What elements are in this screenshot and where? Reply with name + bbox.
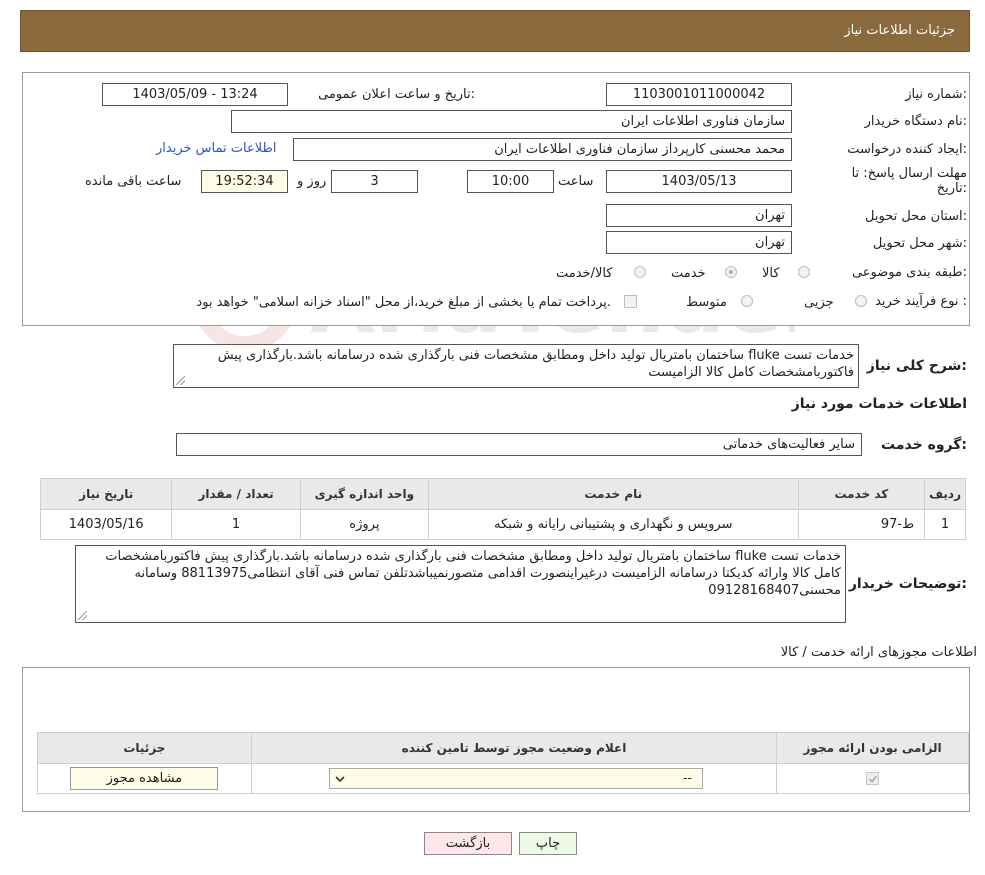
services-section-title: اطلاعات خدمات مورد نیاز <box>791 396 967 412</box>
cell-service-name: سرویس و نگهداری و پشتیبانی رایانه و شبکه <box>428 509 799 540</box>
permit-status-select[interactable]: -- <box>328 768 703 789</box>
treasury-payment-note: پرداخت تمام یا بخشی از مبلغ خرید،از محل … <box>196 295 611 310</box>
cell-unit: پروژه <box>299 509 430 540</box>
announce-datetime-label: تاریخ و ساعت اعلان عمومی: <box>318 87 475 102</box>
permits-table: جزئیات اعلام وضعیت مجوز توسط تامین کننده… <box>37 732 969 794</box>
buyer-org-label: نام دستگاه خریدار: <box>864 114 967 129</box>
category-goods-label: کالا <box>762 266 780 281</box>
cell-details: مشاهده مجوز <box>37 763 252 794</box>
back-button[interactable]: بازگشت <box>424 832 512 855</box>
deadline-time-label: ساعت <box>558 174 594 189</box>
category-service-radio[interactable] <box>725 266 737 278</box>
creator-label: ایجاد کننده درخواست: <box>847 142 967 157</box>
resize-grip-icon[interactable] <box>78 611 87 620</box>
service-group-label: گروه خدمت: <box>881 437 967 453</box>
resize-grip-icon[interactable] <box>176 376 185 385</box>
deadline-date-field: 1403/05/13 <box>606 170 792 193</box>
buyer-notes-textarea[interactable]: خدمات تست fluke ساختمان بامتریال تولید د… <box>75 545 846 623</box>
category-label: طبقه بندی موضوعی: <box>851 265 967 280</box>
category-goods-service-label: کالا/خدمت <box>556 266 613 281</box>
col-row-number: ردیف <box>924 478 966 510</box>
deadline-time-field: 10:00 <box>467 170 554 193</box>
page-title: جزئیات اطلاعات نیاز <box>844 23 955 38</box>
permits-table-header: جزئیات اعلام وضعیت مجوز توسط تامین کننده… <box>37 732 969 764</box>
remaining-time-field: 19:52:34 <box>201 170 288 193</box>
table-row: مشاهده مجوز -- <box>37 763 969 794</box>
buyer-contact-link[interactable]: اطلاعات تماس خریدار <box>156 141 276 156</box>
cell-service-code: ط-97 <box>797 509 926 540</box>
deadline-label-line1: مهلت ارسال پاسخ: تا <box>851 166 967 181</box>
service-group-field: سایر فعالیت‌های خدماتی <box>176 433 862 456</box>
checkmark-icon <box>869 775 878 783</box>
announce-datetime-field: 1403/05/09 - 13:24 <box>102 83 288 106</box>
cell-permit-status: -- <box>250 763 778 794</box>
summary-label: شرح کلی نیاز: <box>866 358 967 374</box>
need-number-label: شماره نیاز: <box>905 87 967 102</box>
days-label: روز و <box>297 174 327 189</box>
view-permit-button[interactable]: مشاهده مجوز <box>70 767 219 790</box>
page-header: جزئیات اطلاعات نیاز <box>20 10 970 52</box>
deadline-label-line2: تاریخ: <box>936 181 967 196</box>
city-label: شهر محل تحویل: <box>872 236 967 251</box>
permits-section-title: اطلاعات مجوزهای ارائه خدمت / کالا <box>780 645 977 660</box>
days-remaining-field: 3 <box>331 170 418 193</box>
process-minor-label: جزیی <box>804 295 834 310</box>
creator-field: محمد محسنی کارپرداز سازمان فناوری اطلاعا… <box>293 138 792 161</box>
table-row: 1403/05/16 1 پروژه سرویس و نگهداری و پشت… <box>39 509 966 540</box>
remaining-time-label: ساعت باقی مانده <box>85 174 182 189</box>
process-medium-label: متوسط <box>686 295 727 310</box>
permit-required-checkbox[interactable] <box>866 772 880 785</box>
process-medium-radio[interactable] <box>741 295 753 307</box>
cell-quantity: 1 <box>171 509 301 540</box>
summary-textarea[interactable]: خدمات تست fluke ساختمان بامتریال تولید د… <box>173 344 859 388</box>
cell-row-number: 1 <box>924 509 966 540</box>
province-field: تهران <box>606 204 792 227</box>
permit-status-value: -- <box>683 771 692 785</box>
province-label: استان محل تحویل: <box>865 209 967 224</box>
process-type-label: نوع فرآیند خرید : <box>875 294 967 309</box>
services-table-header: تاریخ نیاز تعداد / مقدار واحد اندازه گیر… <box>39 478 966 510</box>
col-service-code: کد خدمت <box>797 478 926 510</box>
category-goods-radio[interactable] <box>798 266 810 278</box>
col-service-name: نام خدمت <box>428 478 799 510</box>
treasury-payment-checkbox[interactable] <box>624 295 637 308</box>
col-quantity: تعداد / مقدار <box>171 478 301 510</box>
col-permit-required: الزامی بودن ارائه مجوز <box>776 732 969 764</box>
process-minor-radio[interactable] <box>855 295 867 307</box>
col-unit: واحد اندازه گیری <box>299 478 430 510</box>
summary-text: خدمات تست fluke ساختمان بامتریال تولید د… <box>217 348 854 380</box>
need-number-field: 1103001011000042 <box>606 83 792 106</box>
col-need-date: تاریخ نیاز <box>39 478 173 510</box>
print-button[interactable]: چاپ <box>519 832 577 855</box>
col-details: جزئیات <box>37 732 252 764</box>
deadline-label: مهلت ارسال پاسخ: تا تاریخ: <box>852 166 967 196</box>
services-table: تاریخ نیاز تعداد / مقدار واحد اندازه گیر… <box>39 478 966 540</box>
category-goods-service-radio[interactable] <box>634 266 646 278</box>
chevron-down-icon <box>335 776 345 783</box>
category-service-label: خدمت <box>671 266 706 281</box>
city-field: تهران <box>606 231 792 254</box>
buyer-notes-label: توضیحات خریدار: <box>848 576 967 592</box>
buyer-notes-text: خدمات تست fluke ساختمان بامتریال تولید د… <box>105 549 841 598</box>
buyer-org-field: سازمان فناوری اطلاعات ایران <box>231 110 792 133</box>
col-permit-status: اعلام وضعیت مجوز توسط تامین کننده <box>250 732 778 764</box>
cell-permit-required <box>776 763 969 794</box>
cell-need-date: 1403/05/16 <box>39 509 173 540</box>
